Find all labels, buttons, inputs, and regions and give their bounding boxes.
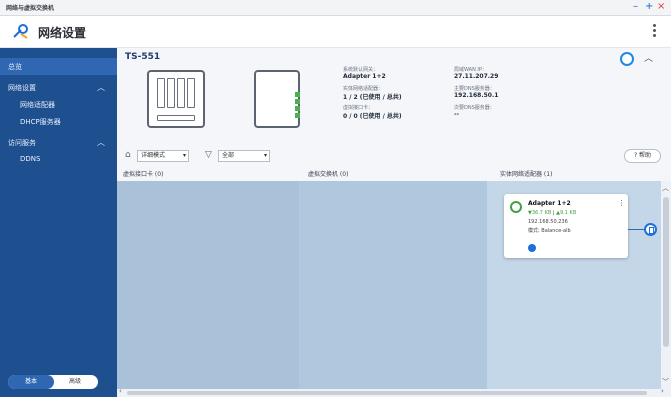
sidebar-item-label: DHCP服务器 [20,118,61,126]
scroll-down-icon[interactable]: ﹀ [662,377,669,387]
main-content: TS-551 系统默认网关： Adapter 1+2 实体网络适配器： 1 / … [117,48,671,397]
filter-icon: ▽ [205,150,212,160]
virtual-switches-panel [299,181,487,389]
help-label: 帮助 [639,152,652,159]
scroll-up-icon[interactable]: ︿ [662,183,669,193]
help-icon: ? [633,152,638,159]
virtual-switches-header: 虚拟交换机 (0) [308,171,349,178]
toolbar: ⌂ 详细模式 ▾ ▽ 全部 ▾ ? 帮助 [117,148,671,166]
secondary-dns-value: -- [454,111,459,118]
adapter-status-icon [510,201,522,213]
adapter-mode: 模式: Balance-alb [528,228,571,234]
adapter-rx: ▲9.1 KB [556,210,577,216]
more-options-icon[interactable] [651,23,657,41]
ethernet-port-icon[interactable] [644,223,657,236]
sidebar-item-label: 网络设置 [8,84,36,92]
adapter-menu-icon[interactable]: ⋮ [618,199,625,207]
network-settings-icon [13,24,28,39]
scroll-right-icon[interactable]: › [661,387,664,395]
collapse-chevron-icon[interactable]: ︿ [644,51,653,64]
adapter-card[interactable]: Adapter 1+2 ⋮ ▼36.7 KB | ▲9.1 KB 192.168… [504,194,628,258]
sidebar-item-access-services[interactable]: 访问服务 ︿ [0,134,117,151]
app-title: 网络设置 [38,26,87,40]
nas-back-image [254,70,300,128]
view-mode-value: 详细模式 [141,152,166,159]
minimize-button[interactable]: – [633,2,638,12]
sidebar-item-label: 访问服务 [8,139,36,147]
scroll-left-icon[interactable]: ‹ [119,387,122,395]
app-header: 网络设置 [0,16,671,48]
default-gateway-value: Adapter 1+2 [343,73,386,80]
virtual-nics-header: 虚拟接口卡 (0) [123,171,164,178]
basic-mode-button[interactable]: 基本 [8,375,54,389]
globe-icon [528,244,536,252]
physical-adapters-value: 1 / 2 (已使用 / 总共) [343,94,402,101]
window-titlebar: 网络与虚拟交换机 – + × [0,0,671,16]
adapter-ip: 192.168.50.236 [528,219,568,225]
default-gateway-label: 系统默认网关： [343,67,379,73]
sidebar: 总览 网络设置 ︿ 网络适配器 DHCP服务器 访问服务 ︿ DDNS 基本 高… [0,48,117,397]
scrollbar-thumb[interactable] [127,391,647,395]
chevron-up-icon: ︿ [97,83,105,92]
sidebar-item-label: DDNS [20,155,41,163]
physical-adapters-header: 实体网络适配器 (1) [500,171,553,178]
chevron-up-icon: ︿ [97,138,105,147]
sidebar-item-label: 总览 [8,63,22,71]
virtual-nics-panel [117,181,299,389]
window-title: 网络与虚拟交换机 [6,5,55,12]
vertical-scrollbar[interactable]: ︿ ﹀ [661,181,671,389]
sidebar-item-ddns[interactable]: DDNS [0,151,117,168]
physical-adapters-label: 实体网络适配器： [343,86,384,92]
wan-ip-label: 局域WAN IP： [454,67,487,73]
view-mode-select[interactable]: 详细模式 ▾ [137,150,189,162]
virtual-adapters-label: 虚拟接口卡： [343,105,374,111]
wan-ip-value: 27.11.207.29 [454,73,499,80]
chevron-down-icon: ▾ [182,152,186,159]
sidebar-item-overview[interactable]: 总览 [0,58,117,75]
advanced-mode-button[interactable]: 高级 [52,375,98,389]
virtual-adapters-value: 0 / 0 (已使用 / 总共) [343,113,402,120]
scrollbar-thumb[interactable] [663,197,669,347]
horizontal-scrollbar[interactable]: ‹ › [117,387,671,397]
sidebar-item-label: 网络适配器 [20,101,55,109]
mode-toggle: 基本 高级 [8,375,98,389]
home-icon: ⌂ [125,150,131,160]
close-button[interactable]: × [657,2,665,12]
adapter-tx: ▼36.7 KB [528,210,552,216]
sidebar-item-dhcp-server[interactable]: DHCP服务器 [0,113,117,130]
sidebar-item-network-settings[interactable]: 网络设置 ︿ [0,79,117,96]
primary-dns-label: 主要DNS服务器： [454,86,495,92]
filter-value: 全部 [222,152,235,159]
sidebar-item-network-adapters[interactable]: 网络适配器 [0,96,117,113]
app-window: 网络与虚拟交换机 – + × 网络设置 总览 网络设置 ︿ 网络适配器 DHCP… [0,0,671,397]
device-name: TS-551 [125,52,161,62]
chevron-down-icon: ▾ [263,152,267,159]
nas-front-image [147,70,205,128]
adapter-name: Adapter 1+2 [528,200,571,207]
primary-dns-value: 192.168.50.1 [454,92,499,99]
secondary-dns-label: 次要DNS服务器： [454,105,495,111]
filter-select[interactable]: 全部 ▾ [218,150,270,162]
maximize-button[interactable]: + [645,2,653,12]
help-button[interactable]: ? 帮助 [624,149,661,163]
device-status-icon [620,52,634,66]
